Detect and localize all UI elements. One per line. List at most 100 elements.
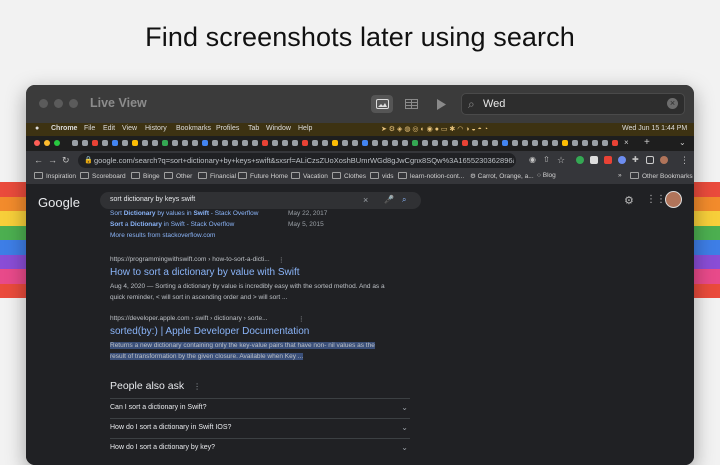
tab-favicon[interactable]: [172, 140, 178, 146]
tab-favicon[interactable]: [592, 140, 598, 146]
menu-edit[interactable]: Edit: [103, 125, 115, 132]
tab-favicon[interactable]: [512, 140, 518, 146]
tab-favicon[interactable]: [502, 140, 508, 146]
tab-favicon[interactable]: [82, 140, 88, 146]
tab-favicon[interactable]: [72, 140, 78, 146]
tab-favicon[interactable]: [362, 140, 368, 146]
profile-avatar[interactable]: [660, 156, 668, 164]
bookmark-star-icon[interactable]: ☆: [557, 155, 565, 166]
tab-favicon[interactable]: [342, 140, 348, 146]
tab-zoom-dot[interactable]: [54, 140, 60, 146]
tab-favicon[interactable]: [412, 140, 418, 146]
clear-icon[interactable]: ×: [363, 195, 368, 205]
gallery-view-button[interactable]: [371, 95, 393, 113]
new-tab-icon[interactable]: +: [644, 137, 650, 148]
google-search-box[interactable]: sort dictionary by keys swift × 🎤 ⌕: [100, 192, 421, 209]
menu-profiles[interactable]: Profiles: [216, 125, 239, 132]
tab-favicon[interactable]: [102, 140, 108, 146]
bookmark-folder[interactable]: Binge: [131, 172, 160, 180]
tab-favicon[interactable]: [242, 140, 248, 146]
menu-help[interactable]: Help: [298, 125, 312, 132]
result-title[interactable]: sorted(by:) | Apple Developer Documentat…: [110, 326, 309, 337]
search-icon[interactable]: ⌕: [402, 195, 406, 205]
tab-favicon[interactable]: [142, 140, 148, 146]
tab-favicon[interactable]: [92, 140, 98, 146]
tab-favicon[interactable]: [522, 140, 528, 146]
sitelink[interactable]: Sort a Dictionary in Swift - Stack Overf…: [110, 221, 234, 228]
tab-favicon[interactable]: [602, 140, 608, 146]
tab-favicon[interactable]: [282, 140, 288, 146]
url-text[interactable]: google.com/search?q=sort+dictionary+by+k…: [94, 156, 514, 165]
tab-favicon[interactable]: [122, 140, 128, 146]
more-results-link[interactable]: More results from stackoverflow.com: [110, 232, 215, 239]
query-text[interactable]: sort dictionary by keys swift: [110, 196, 195, 203]
bookmarks-overflow-icon[interactable]: »: [618, 172, 622, 179]
tab-favicon[interactable]: [612, 140, 618, 146]
bookmark-link[interactable]: ⚙ Carrot, Orange, a...: [470, 172, 534, 180]
tab-favicon[interactable]: [192, 140, 198, 146]
tab-favicon[interactable]: [452, 140, 458, 146]
bookmark-folder[interactable]: Financial: [198, 172, 236, 180]
tab-favicon[interactable]: [112, 140, 118, 146]
paa-question[interactable]: How do I sort a dictionary by key? ⌄: [110, 438, 410, 459]
tab-favicon[interactable]: [162, 140, 168, 146]
bookmark-folder[interactable]: Scoreboard: [80, 172, 126, 180]
tab-favicon[interactable]: [322, 140, 328, 146]
mic-icon[interactable]: 🎤: [384, 195, 394, 204]
tab-favicon[interactable]: [562, 140, 568, 146]
tab-favicon[interactable]: [262, 140, 268, 146]
tab-favicon[interactable]: [462, 140, 468, 146]
apple-icon[interactable]: ●: [35, 125, 39, 132]
menu-file[interactable]: File: [84, 125, 95, 132]
paa-question[interactable]: Can I sort a dictionary in Swift? ⌄: [110, 398, 410, 419]
google-apps-icon[interactable]: ⋮⋮: [646, 194, 666, 205]
tab-favicon[interactable]: [212, 140, 218, 146]
menu-history[interactable]: History: [145, 125, 167, 132]
tab-favicon[interactable]: [422, 140, 428, 146]
forward-icon[interactable]: →: [48, 155, 57, 165]
extension-icon[interactable]: [576, 156, 584, 164]
extension-icon[interactable]: [618, 156, 626, 164]
menu-bookmarks[interactable]: Bookmarks: [176, 125, 211, 132]
tab-search-icon[interactable]: ⌄: [679, 138, 686, 147]
google-logo[interactable]: Google: [38, 195, 80, 210]
settings-gear-icon[interactable]: ⚙: [624, 194, 634, 207]
location-icon[interactable]: ◉: [529, 155, 536, 164]
result-menu-icon[interactable]: ⋮: [278, 256, 285, 264]
bookmark-folder[interactable]: learn-notion-cont...: [398, 172, 464, 180]
menu-window[interactable]: Window: [266, 125, 291, 132]
tab-favicon[interactable]: [572, 140, 578, 146]
extension-icon[interactable]: [590, 156, 598, 164]
address-bar[interactable]: 🔒 google.com/search?q=sort+dictionary+by…: [78, 153, 516, 168]
tab-favicon[interactable]: [402, 140, 408, 146]
list-view-button[interactable]: [400, 95, 422, 113]
tab-favicon[interactable]: [372, 140, 378, 146]
bookmark-folder[interactable]: Vacation: [291, 172, 328, 180]
tab-favicon[interactable]: [542, 140, 548, 146]
tab-favicon[interactable]: [582, 140, 588, 146]
tab-favicon[interactable]: [432, 140, 438, 146]
zoom-window-button[interactable]: [69, 99, 78, 108]
extensions-puzzle-icon[interactable]: ✚: [632, 155, 639, 164]
tab-favicon[interactable]: [232, 140, 238, 146]
tab-favicon[interactable]: [312, 140, 318, 146]
tab-favicon[interactable]: [272, 140, 278, 146]
tab-favicon[interactable]: [222, 140, 228, 146]
bookmark-folder[interactable]: Other: [164, 172, 192, 180]
tab-favicon[interactable]: [332, 140, 338, 146]
tab-minimize-dot[interactable]: [44, 140, 50, 146]
result-title[interactable]: How to sort a dictionary by value with S…: [110, 267, 300, 278]
clear-search-icon[interactable]: ×: [667, 98, 678, 109]
bookmark-folder[interactable]: Clothes: [332, 172, 366, 180]
menu-tab[interactable]: Tab: [248, 125, 259, 132]
extension-icon[interactable]: [604, 156, 612, 164]
tab-favicon[interactable]: [252, 140, 258, 146]
share-icon[interactable]: ⇧: [543, 155, 550, 164]
tab-favicon[interactable]: [392, 140, 398, 146]
play-button[interactable]: [430, 95, 452, 113]
close-window-button[interactable]: [39, 99, 48, 108]
tab-favicon[interactable]: [352, 140, 358, 146]
result-menu-icon[interactable]: ⋮: [298, 315, 305, 323]
other-bookmarks[interactable]: Other Bookmarks: [630, 172, 693, 180]
tab-favicon[interactable]: [132, 140, 138, 146]
